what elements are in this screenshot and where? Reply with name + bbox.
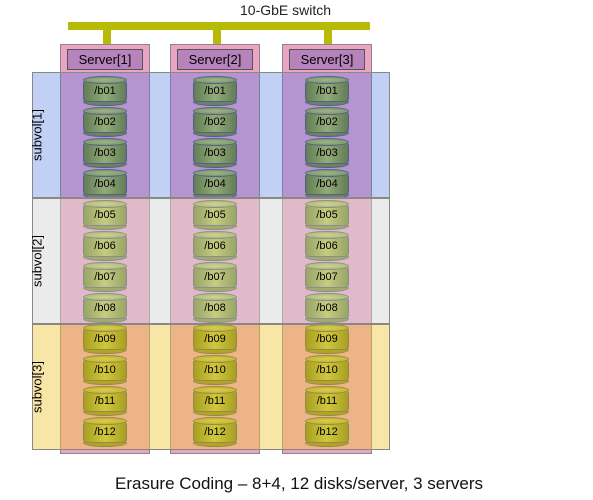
server-1-disks: /b01/b02/b03/b04/b05/b06/b07/b08/b09/b10… bbox=[61, 76, 149, 448]
disk: /b07 bbox=[83, 262, 127, 292]
disk-label: /b01 bbox=[316, 85, 337, 97]
disk-label: /b06 bbox=[94, 240, 115, 252]
disk-label: /b06 bbox=[316, 240, 337, 252]
disk-label: /b11 bbox=[317, 395, 338, 407]
disk-label: /b01 bbox=[94, 85, 115, 97]
disk: /b12 bbox=[193, 417, 237, 447]
server-2: Server[2] /b01/b02/b03/b04/b05/b06/b07/b… bbox=[170, 44, 260, 454]
disk-label: /b09 bbox=[204, 333, 225, 345]
disk: /b12 bbox=[83, 417, 127, 447]
server-3-disks: /b01/b02/b03/b04/b05/b06/b07/b08/b09/b10… bbox=[283, 76, 371, 448]
disk-label: /b09 bbox=[316, 333, 337, 345]
switch-drop-2 bbox=[213, 22, 221, 44]
disk-label: /b05 bbox=[94, 209, 115, 221]
disk: /b06 bbox=[305, 231, 349, 261]
subvol-2-label: subvol[2] bbox=[30, 235, 45, 287]
server-2-disks: /b01/b02/b03/b04/b05/b06/b07/b08/b09/b10… bbox=[171, 76, 259, 448]
subvol-3-label: subvol[3] bbox=[30, 361, 45, 413]
disk-label: /b03 bbox=[316, 147, 337, 159]
disk-label: /b11 bbox=[205, 395, 226, 407]
disk-label: /b02 bbox=[94, 116, 115, 128]
disk-label: /b02 bbox=[316, 116, 337, 128]
disk: /b09 bbox=[83, 324, 127, 354]
server-3: Server[3] /b01/b02/b03/b04/b05/b06/b07/b… bbox=[282, 44, 372, 454]
disk: /b06 bbox=[83, 231, 127, 261]
disk-label: /b10 bbox=[94, 364, 115, 376]
disk: /b03 bbox=[83, 138, 127, 168]
disk-label: /b01 bbox=[204, 85, 225, 97]
disk: /b10 bbox=[305, 355, 349, 385]
disk: /b04 bbox=[83, 169, 127, 199]
disk-label: /b03 bbox=[204, 147, 225, 159]
caption: Erasure Coding – 8+4, 12 disks/server, 3… bbox=[115, 474, 483, 494]
disk-label: /b08 bbox=[94, 302, 115, 314]
disk: /b09 bbox=[193, 324, 237, 354]
disk: /b11 bbox=[305, 386, 349, 416]
subvol-1-label: subvol[1] bbox=[30, 109, 45, 161]
disk-label: /b06 bbox=[204, 240, 225, 252]
disk: /b07 bbox=[305, 262, 349, 292]
server-1: Server[1] /b01/b02/b03/b04/b05/b06/b07/b… bbox=[60, 44, 150, 454]
disk: /b02 bbox=[305, 107, 349, 137]
disk: /b01 bbox=[193, 76, 237, 106]
disk: /b04 bbox=[193, 169, 237, 199]
disk: /b11 bbox=[83, 386, 127, 416]
disk-label: /b08 bbox=[316, 302, 337, 314]
disk-label: /b10 bbox=[204, 364, 225, 376]
disk-label: /b02 bbox=[204, 116, 225, 128]
server-3-header: Server[3] bbox=[289, 49, 365, 70]
disk: /b02 bbox=[83, 107, 127, 137]
disk: /b09 bbox=[305, 324, 349, 354]
disk: /b01 bbox=[83, 76, 127, 106]
disk: /b10 bbox=[193, 355, 237, 385]
disk: /b11 bbox=[193, 386, 237, 416]
disk: /b05 bbox=[193, 200, 237, 230]
disk-label: /b10 bbox=[316, 364, 337, 376]
disk-label: /b09 bbox=[94, 333, 115, 345]
disk-label: /b07 bbox=[94, 271, 115, 283]
switch-label: 10-GbE switch bbox=[240, 2, 331, 18]
disk-label: /b04 bbox=[316, 178, 337, 190]
disk: /b12 bbox=[305, 417, 349, 447]
disk-label: /b07 bbox=[316, 271, 337, 283]
disk-label: /b03 bbox=[94, 147, 115, 159]
disk-label: /b05 bbox=[204, 209, 225, 221]
disk: /b08 bbox=[193, 293, 237, 323]
switch-drop-1 bbox=[103, 22, 111, 44]
disk-label: /b07 bbox=[204, 271, 225, 283]
disk: /b06 bbox=[193, 231, 237, 261]
disk-label: /b04 bbox=[204, 178, 225, 190]
disk: /b02 bbox=[193, 107, 237, 137]
disk-label: /b12 bbox=[94, 426, 115, 438]
disk-label: /b12 bbox=[204, 426, 225, 438]
disk-label: /b08 bbox=[204, 302, 225, 314]
server-1-header: Server[1] bbox=[67, 49, 143, 70]
disk: /b08 bbox=[83, 293, 127, 323]
disk: /b05 bbox=[305, 200, 349, 230]
disk: /b03 bbox=[193, 138, 237, 168]
disk-label: /b04 bbox=[94, 178, 115, 190]
disk: /b05 bbox=[83, 200, 127, 230]
disk-label: /b12 bbox=[316, 426, 337, 438]
disk: /b10 bbox=[83, 355, 127, 385]
disk: /b08 bbox=[305, 293, 349, 323]
server-2-header: Server[2] bbox=[177, 49, 253, 70]
disk: /b01 bbox=[305, 76, 349, 106]
disk-label: /b05 bbox=[316, 209, 337, 221]
disk-label: /b11 bbox=[95, 395, 116, 407]
disk: /b03 bbox=[305, 138, 349, 168]
switch-drop-3 bbox=[324, 22, 332, 44]
disk: /b07 bbox=[193, 262, 237, 292]
disk: /b04 bbox=[305, 169, 349, 199]
